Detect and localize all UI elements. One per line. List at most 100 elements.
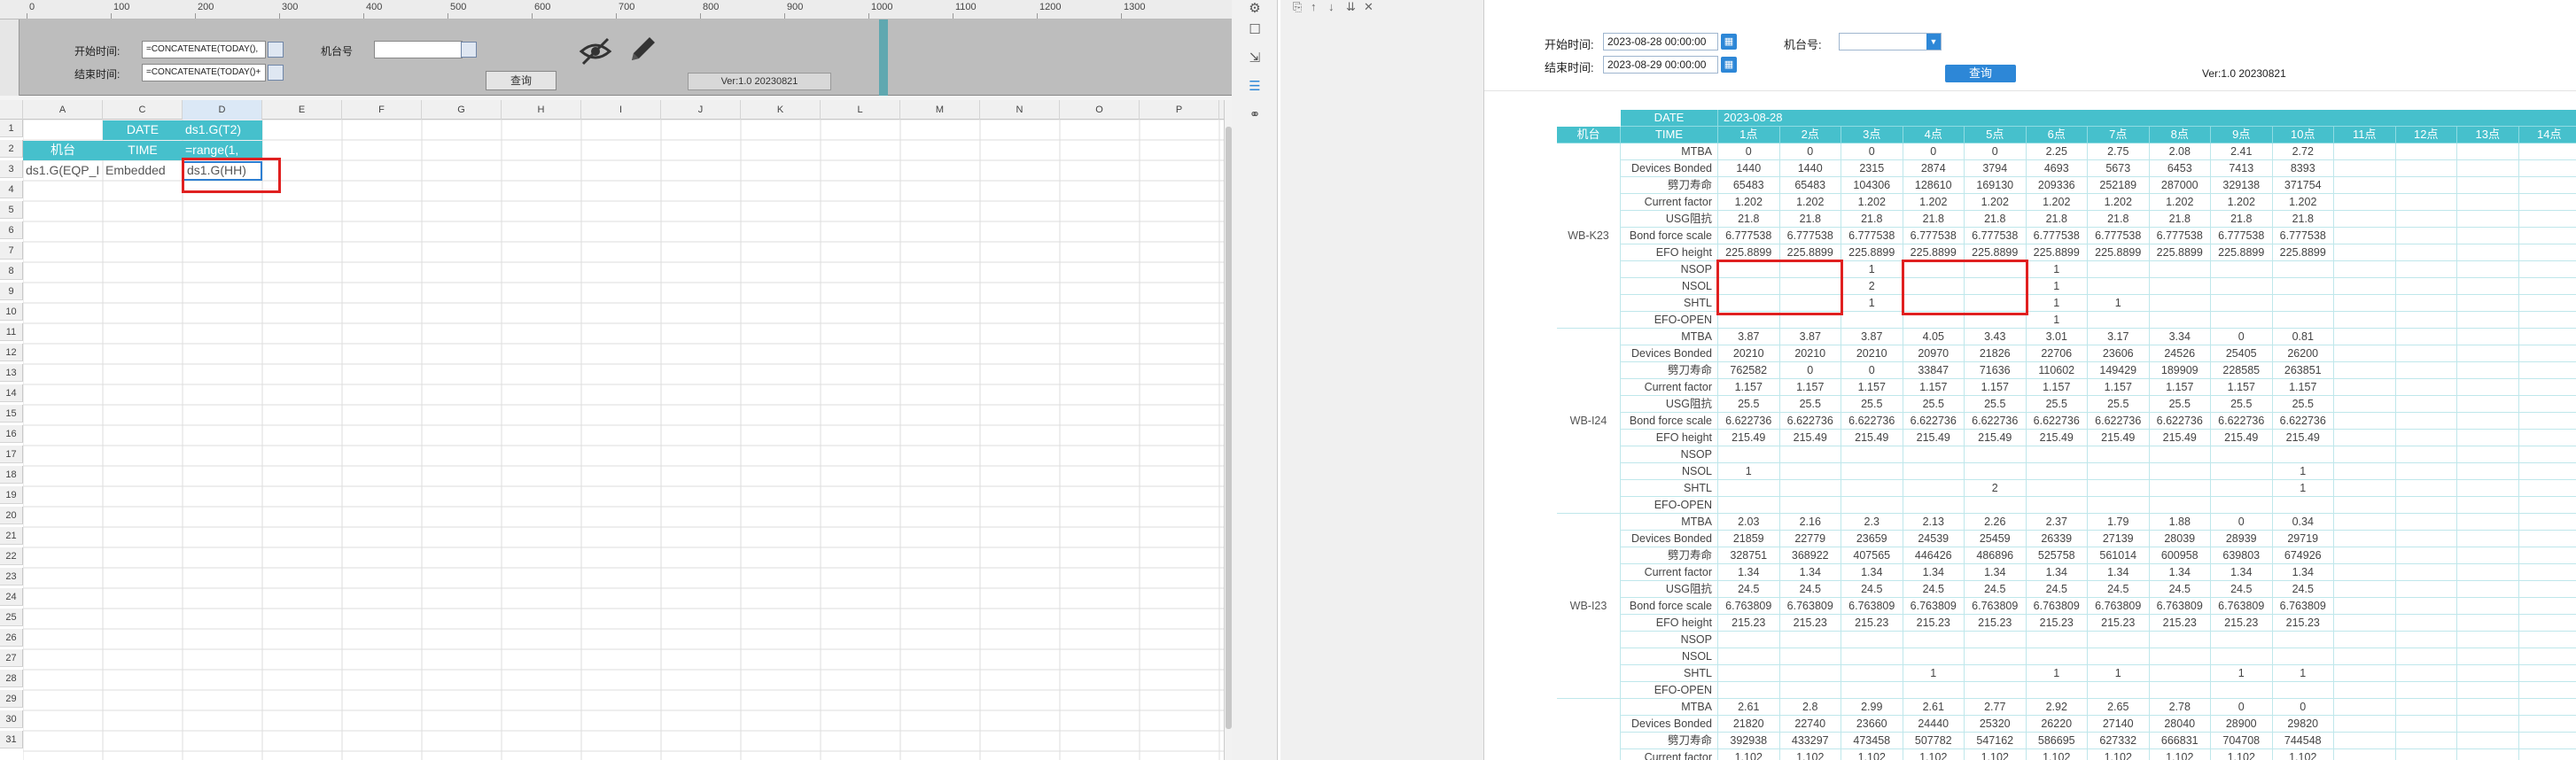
move-down-icon[interactable]: ↓: [1328, 0, 1335, 13]
value-cell: [2395, 733, 2457, 749]
row-header[interactable]: 8: [0, 262, 23, 280]
start-calendar-icon[interactable]: ▦: [1721, 34, 1737, 50]
corner-cell[interactable]: [0, 100, 23, 120]
column-header[interactable]: H: [502, 100, 581, 120]
row-header[interactable]: 24: [0, 588, 23, 606]
row-header[interactable]: 27: [0, 649, 23, 667]
row-header[interactable]: 7: [0, 242, 23, 260]
cell-d1[interactable]: ds1.G(T2): [183, 120, 262, 140]
cell-c3[interactable]: Embedded: [103, 161, 183, 181]
cell-a3[interactable]: ds1.G(EQP_I: [23, 161, 103, 181]
row-header[interactable]: 28: [0, 670, 23, 687]
design-end-field[interactable]: =CONCATENATE(TODAY()+: [142, 64, 266, 81]
horizontal-ruler: 0 100 200 300 400 500 600 700 800 900 1000 1100 1200…: [0, 0, 1232, 19]
value-cell: [2334, 379, 2396, 396]
row-header[interactable]: 16: [0, 425, 23, 443]
column-header[interactable]: P: [1140, 100, 1219, 120]
row-header[interactable]: 25: [0, 609, 23, 626]
row-header[interactable]: 17: [0, 446, 23, 463]
copy-icon[interactable]: ⎘: [1293, 0, 1302, 14]
column-header[interactable]: M: [900, 100, 980, 120]
row-header[interactable]: 5: [0, 201, 23, 219]
column-header[interactable]: C: [103, 100, 183, 120]
column-header[interactable]: A: [23, 100, 103, 120]
design-start-field[interactable]: =CONCATENATE(TODAY(),: [142, 41, 266, 58]
cell-grid[interactable]: DATE ds1.G(T2) 机台 TIME =range(1, ds1.G(E…: [23, 120, 1224, 760]
column-header[interactable]: L: [821, 100, 900, 120]
column-header[interactable]: E: [262, 100, 342, 120]
row-header[interactable]: 12: [0, 344, 23, 361]
link-icon[interactable]: ⚭: [1246, 106, 1264, 124]
machine-select[interactable]: ▼: [1839, 33, 1942, 50]
row-header[interactable]: 13: [0, 364, 23, 382]
export-icon[interactable]: ⇲: [1246, 50, 1264, 67]
row-header[interactable]: 1: [0, 120, 23, 137]
edit-pencil-icon[interactable]: [626, 32, 658, 67]
chevron-down-icon[interactable]: ▼: [1926, 34, 1941, 50]
value-cell: [1965, 665, 2027, 682]
value-cell: [2334, 581, 2396, 598]
end-calendar-icon[interactable]: ▦: [1721, 57, 1737, 73]
cell-a1[interactable]: [23, 120, 103, 140]
query-button[interactable]: 查询: [1945, 65, 2016, 82]
move-up-icon[interactable]: ↑: [1311, 0, 1317, 13]
value-cell: 666831: [2149, 733, 2211, 749]
row-header[interactable]: 31: [0, 731, 23, 748]
row-header[interactable]: 6: [0, 221, 23, 239]
end-time-field[interactable]: 2023-08-29 00:00:00: [1603, 56, 1718, 74]
column-header[interactable]: F: [342, 100, 422, 120]
row-header[interactable]: 26: [0, 629, 23, 647]
column-header[interactable]: O: [1060, 100, 1140, 120]
row-header[interactable]: 15: [0, 405, 23, 423]
sheet-vertical-scrollbar[interactable]: [1224, 100, 1232, 760]
row-header[interactable]: 11: [0, 323, 23, 341]
row-header[interactable]: 18: [0, 466, 23, 484]
app-window: 0 100 200 300 400 500 600 700 800 900 1000 1100 1200…: [0, 0, 2576, 760]
row-header[interactable]: 14: [0, 384, 23, 402]
row-header[interactable]: 4: [0, 181, 23, 198]
value-cell: 6.622736: [1965, 413, 2027, 430]
column-header[interactable]: K: [741, 100, 821, 120]
value-cell: [2088, 312, 2150, 329]
value-cell: [2149, 665, 2211, 682]
value-cell: 368922: [1779, 547, 1841, 564]
start-time-field[interactable]: 2023-08-28 00:00:00: [1603, 33, 1718, 50]
design-end-date-icon[interactable]: [268, 65, 284, 81]
cell-a2[interactable]: 机台: [23, 141, 103, 160]
design-query-button[interactable]: 查询: [486, 71, 556, 90]
column-header[interactable]: D: [183, 100, 262, 120]
row-header[interactable]: 10: [0, 303, 23, 321]
row-header[interactable]: 29: [0, 690, 23, 708]
cell-c1[interactable]: DATE: [103, 120, 183, 140]
move-bottom-icon[interactable]: ⇊: [1346, 0, 1356, 14]
row-header[interactable]: 3: [0, 160, 23, 178]
scrollbar-thumb[interactable]: [1226, 127, 1232, 729]
design-start-date-icon[interactable]: [268, 42, 284, 58]
column-header[interactable]: I: [581, 100, 661, 120]
column-header[interactable]: N: [980, 100, 1060, 120]
design-machine-select[interactable]: [374, 41, 463, 58]
cell-c2[interactable]: TIME: [103, 141, 183, 160]
delete-icon[interactable]: ✕: [1364, 0, 1374, 14]
design-machine-dropdown-icon[interactable]: [461, 42, 477, 58]
header-hour: 11点: [2334, 127, 2396, 143]
row-header[interactable]: 22: [0, 547, 23, 565]
row-header[interactable]: 20: [0, 507, 23, 524]
value-cell: [2395, 598, 2457, 615]
vertical-ruler: [0, 19, 19, 96]
column-header[interactable]: J: [661, 100, 741, 120]
row-header[interactable]: 23: [0, 568, 23, 586]
row-header[interactable]: 19: [0, 486, 23, 504]
metric-label: Bond force scale: [1621, 228, 1718, 244]
layers-icon[interactable]: ☰: [1246, 78, 1264, 96]
hide-eye-icon[interactable]: [578, 34, 613, 69]
value-cell: 1: [2088, 295, 2150, 312]
row-header[interactable]: 2: [0, 140, 23, 158]
row-header[interactable]: 30: [0, 710, 23, 728]
frame-icon[interactable]: ☐: [1246, 21, 1264, 39]
value-cell: [2211, 446, 2273, 463]
column-header[interactable]: G: [422, 100, 502, 120]
settings-icon[interactable]: ⚙: [1246, 0, 1264, 18]
row-header[interactable]: 9: [0, 283, 23, 300]
row-header[interactable]: 21: [0, 527, 23, 545]
